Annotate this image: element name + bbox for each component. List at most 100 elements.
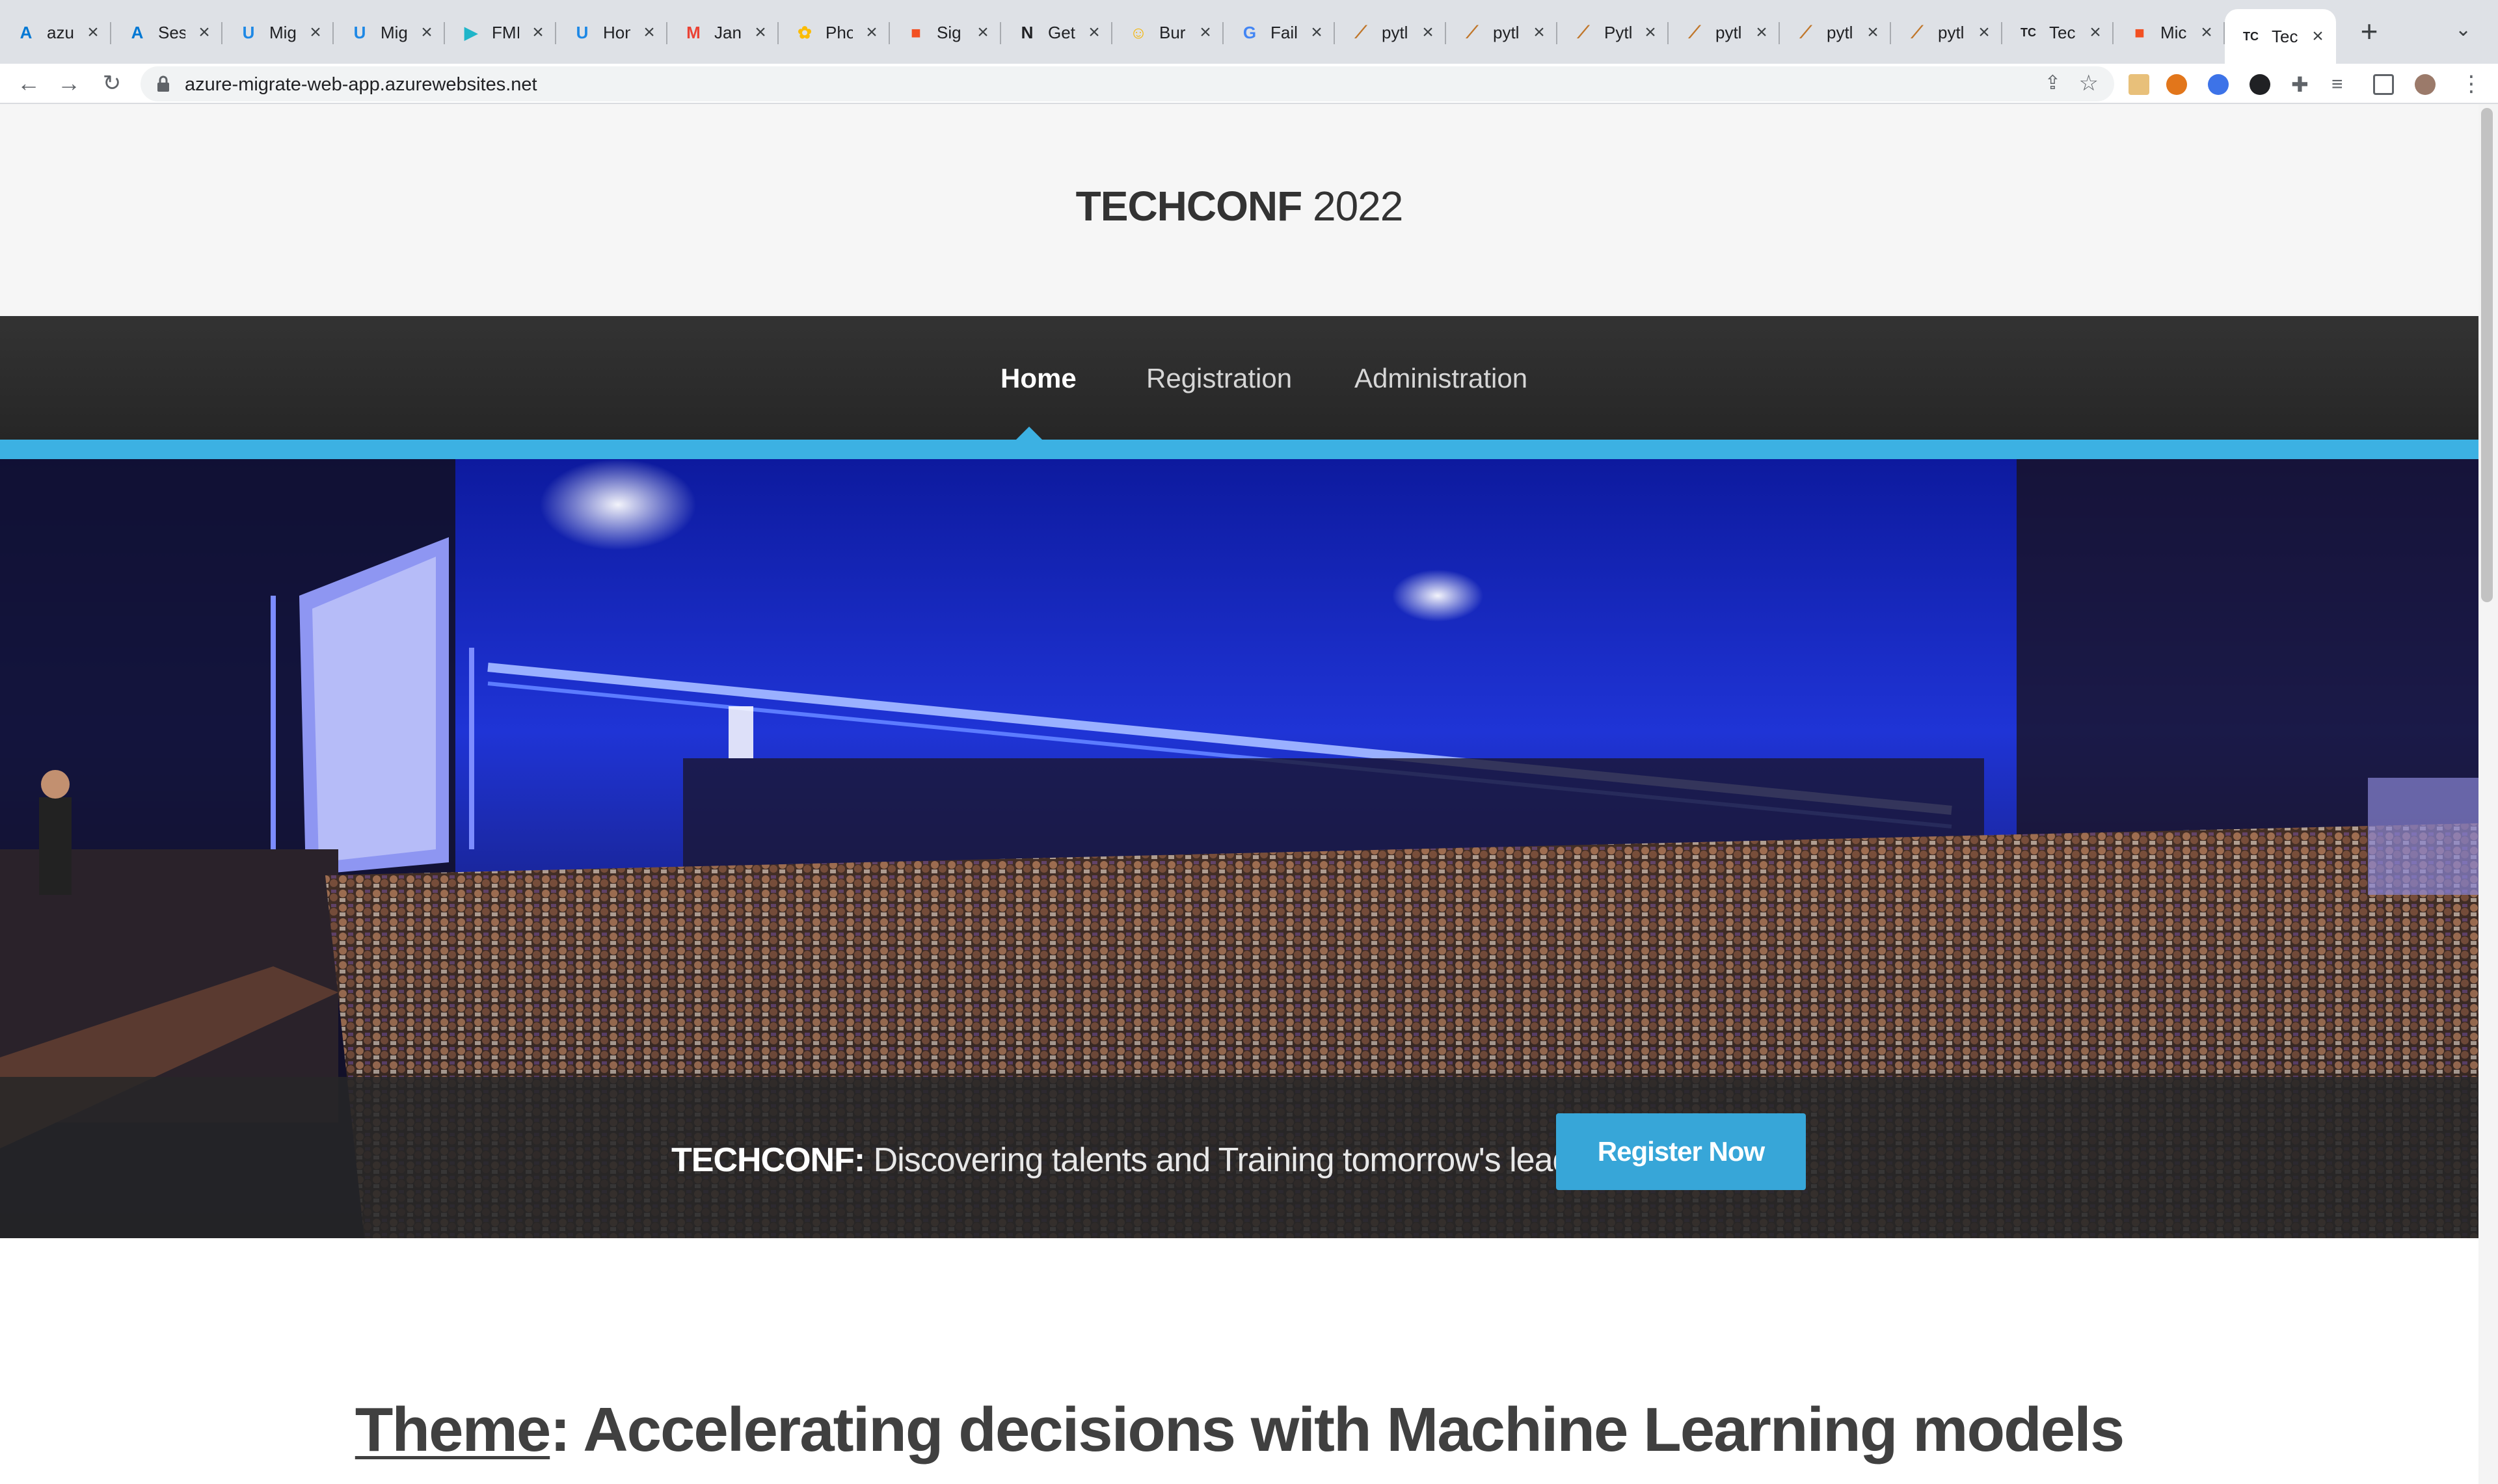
browser-tab[interactable]: ✿ Pho × [779,9,890,56]
profile-avatar[interactable] [2415,74,2436,95]
forward-arrow-icon[interactable]: → [55,69,83,98]
extension-circle-icon[interactable] [2208,74,2229,95]
extensions-puzzle-icon[interactable]: ✚ [2291,74,2312,95]
tab-close-icon[interactable]: × [1084,23,1104,42]
tab-title: pytl [1493,22,1520,42]
python-dev-icon: ⟋ [1577,22,1590,42]
browser-tab[interactable]: Aazu × [0,9,111,56]
udacity-icon: U [353,22,366,42]
browser-toolbar: ← → ↻ azure-migrate-web-app.azurewebsite… [0,64,2498,104]
python-dev-icon: ⟋ [1354,22,1367,42]
google-icon: G [1242,22,1257,42]
nav-administration[interactable]: Administration [1354,363,1527,394]
browser-tab[interactable]: U Mig × [222,9,334,56]
browser-tab[interactable]: M Jan × [667,9,779,56]
new-tab-button[interactable]: + [2354,16,2385,48]
tab-title: pytl [1382,22,1408,42]
browser-tab[interactable]: ■ Mic × [2114,9,2225,56]
tab-title: Ses [158,22,185,42]
tab-close-icon[interactable]: × [528,23,548,42]
browser-tab[interactable]: N Get × [1001,9,1112,56]
brand-year: 2022 [1302,183,1403,230]
tab-search-chevron-icon[interactable]: ⌄ [2455,18,2471,41]
browser-tab[interactable]: TC Tec × [2002,9,2114,56]
tab-close-icon[interactable]: × [2086,23,2105,42]
back-arrow-icon[interactable]: ← [14,69,43,98]
reload-icon[interactable]: ↻ [98,69,126,98]
tab-title: Hon [603,22,630,42]
browser-tab[interactable]: ⟋ pytl × [1335,9,1446,56]
browser-tab[interactable]: ☺ Bur × [1112,9,1224,56]
url-text: azure-migrate-web-app.azurewebsites.net [185,74,537,95]
extension-pen-icon[interactable] [2129,74,2149,95]
tab-title: FMI [492,22,519,42]
tab-close-icon[interactable]: × [83,23,103,42]
browser-tab[interactable]: ■ Sig × [890,9,1001,56]
hero-tagline: TECHCONF: Discovering talents and Traini… [671,1141,1617,1180]
browser-tab[interactable]: G Fail × [1224,9,1335,56]
browser-tab[interactable]: U Mig × [334,9,445,56]
techconf-icon: TC [2021,25,2036,39]
register-now-button[interactable]: Register Now [1556,1113,1806,1190]
gmail-icon: M [686,22,701,42]
browser-tab[interactable]: ▶ FMI × [445,9,556,56]
play-icon: ▶ [464,22,477,42]
main-navbar: Home Registration Administration [0,316,2478,441]
browser-tab[interactable]: ⟋ pytl × [1446,9,1557,56]
browser-tab[interactable]: ⟋ pytl × [1891,9,2002,56]
nav-home[interactable]: Home [1001,363,1077,394]
tab-title: pytl [1938,22,1965,42]
tab-close-icon[interactable]: × [751,23,770,42]
tab-close-icon[interactable]: × [1863,23,1883,42]
browser-tab[interactable]: A Ses × [111,9,222,56]
azure-icon: A [131,22,144,42]
hero-banner: TECHCONF: Discovering talents and Traini… [0,459,2478,1238]
tab-close-icon[interactable]: × [1641,23,1660,42]
share-icon[interactable]: ⇪ [2045,72,2061,94]
tab-close-icon[interactable]: × [973,23,993,42]
metamask-fox-icon[interactable] [2166,74,2187,95]
browser-tab-strip: Aazu × A Ses × U Mig × U Mig × ▶ FMI × U Hon × M Jan × ✿ Pho ×… [0,0,2498,64]
nav-registration[interactable]: Registration [1146,363,1292,394]
browser-tab[interactable]: U Hon × [556,9,667,56]
browser-tab[interactable]: TC Tec × [2225,9,2336,64]
tab-close-icon[interactable]: × [1307,23,1326,42]
page-scrollbar-thumb[interactable] [2481,108,2493,602]
browser-tab[interactable]: ⟋ pytl × [1780,9,1891,56]
azure-icon: A [20,22,33,42]
lock-icon [157,75,169,92]
tab-close-icon[interactable]: × [639,23,659,42]
extension-dark-icon[interactable] [2250,74,2270,95]
tab-close-icon[interactable]: × [1974,23,1994,42]
kebab-menu-icon[interactable]: ⋮ [2460,73,2482,95]
side-panel-icon[interactable] [2373,74,2394,95]
tab-close-icon[interactable]: × [417,23,436,42]
tab-title: pytl [1715,22,1742,42]
tab-close-icon[interactable]: × [195,23,214,42]
techconf-icon: TC [2243,29,2259,43]
site-header: TECHCONF 2022 [0,104,2478,316]
tab-title: Jan [714,22,742,42]
tab-close-icon[interactable]: × [1529,23,1549,42]
tab-close-icon[interactable]: × [1752,23,1771,42]
address-bar[interactable]: azure-migrate-web-app.azurewebsites.net … [141,66,2114,101]
udacity-icon: U [242,22,255,42]
reading-list-icon[interactable]: ≡ [2331,74,2352,95]
tab-title: pytl [1827,22,1853,42]
bookmark-star-icon[interactable]: ☆ [2079,70,2099,96]
microsoft-icon: ■ [2134,22,2145,42]
browser-tab[interactable]: ⟋ Pytl × [1557,9,1669,56]
tab-close-icon[interactable]: × [306,23,325,42]
browser-tab[interactable]: ⟋ pytl × [1669,9,1780,56]
python-dev-icon: ⟋ [1799,22,1812,42]
tab-close-icon[interactable]: × [2197,23,2216,42]
tab-close-icon[interactable]: × [862,23,881,42]
site-brand[interactable]: TECHCONF 2022 [0,182,2478,230]
theme-label: Theme [355,1395,551,1464]
tab-title: Mic [2160,22,2187,42]
brand-name: TECHCONF [1075,183,1303,230]
active-nav-caret [1015,427,1043,441]
tab-close-icon[interactable]: × [1418,23,1438,42]
tab-close-icon[interactable]: × [1196,23,1215,42]
tab-close-icon[interactable]: × [2308,27,2328,46]
